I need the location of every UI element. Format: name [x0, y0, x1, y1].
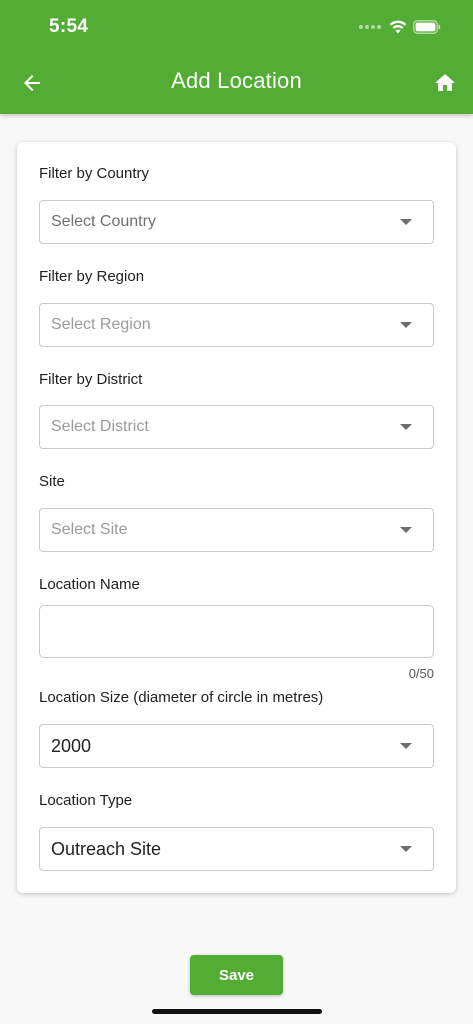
dropdown-arrow-icon	[400, 219, 412, 225]
dropdown-arrow-icon	[400, 743, 412, 749]
save-button[interactable]: Save	[190, 955, 283, 995]
page-title: Add Location	[171, 68, 302, 93]
location-size-value: 2000	[51, 735, 92, 756]
country-label: Filter by Country	[39, 165, 150, 182]
status-icons	[359, 18, 441, 36]
character-counter: 0/50	[408, 666, 434, 681]
location-size-label: Location Size (diameter of circle in met…	[39, 689, 324, 706]
location-name-label: Location Name	[39, 576, 140, 593]
status-time: 5:54	[49, 16, 89, 37]
district-select[interactable]: Select District	[39, 405, 434, 449]
location-type-value: Outreach Site	[51, 838, 162, 859]
wifi-icon	[389, 20, 407, 34]
location-type-select[interactable]: Outreach Site	[39, 827, 434, 871]
cellular-signal-icon	[359, 25, 381, 29]
home-indicator	[152, 1009, 322, 1014]
country-select-text: Select Country	[51, 213, 156, 230]
site-select[interactable]: Select Site	[39, 508, 434, 552]
dropdown-arrow-icon	[400, 424, 412, 430]
location-type-label: Location Type	[39, 792, 133, 809]
region-select-text: Select Region	[51, 316, 151, 333]
dropdown-arrow-icon	[400, 322, 412, 328]
app-header: 5:54 Add Location	[0, 0, 473, 114]
district-select-text: Select District	[51, 418, 149, 435]
dropdown-arrow-icon	[400, 846, 412, 852]
country-select[interactable]: Select Country	[39, 200, 434, 244]
district-label: Filter by District	[39, 371, 143, 388]
location-size-select[interactable]: 2000	[39, 724, 434, 768]
location-name-input[interactable]	[39, 605, 434, 658]
dropdown-arrow-icon	[400, 527, 412, 533]
form-card: Filter by Country Select Country Filter …	[17, 142, 456, 893]
battery-icon	[413, 20, 441, 34]
region-label: Filter by Region	[39, 268, 145, 285]
region-select[interactable]: Select Region	[39, 303, 434, 347]
home-icon[interactable]	[433, 71, 457, 95]
site-label: Site	[39, 473, 65, 490]
site-select-text: Select Site	[51, 521, 128, 538]
